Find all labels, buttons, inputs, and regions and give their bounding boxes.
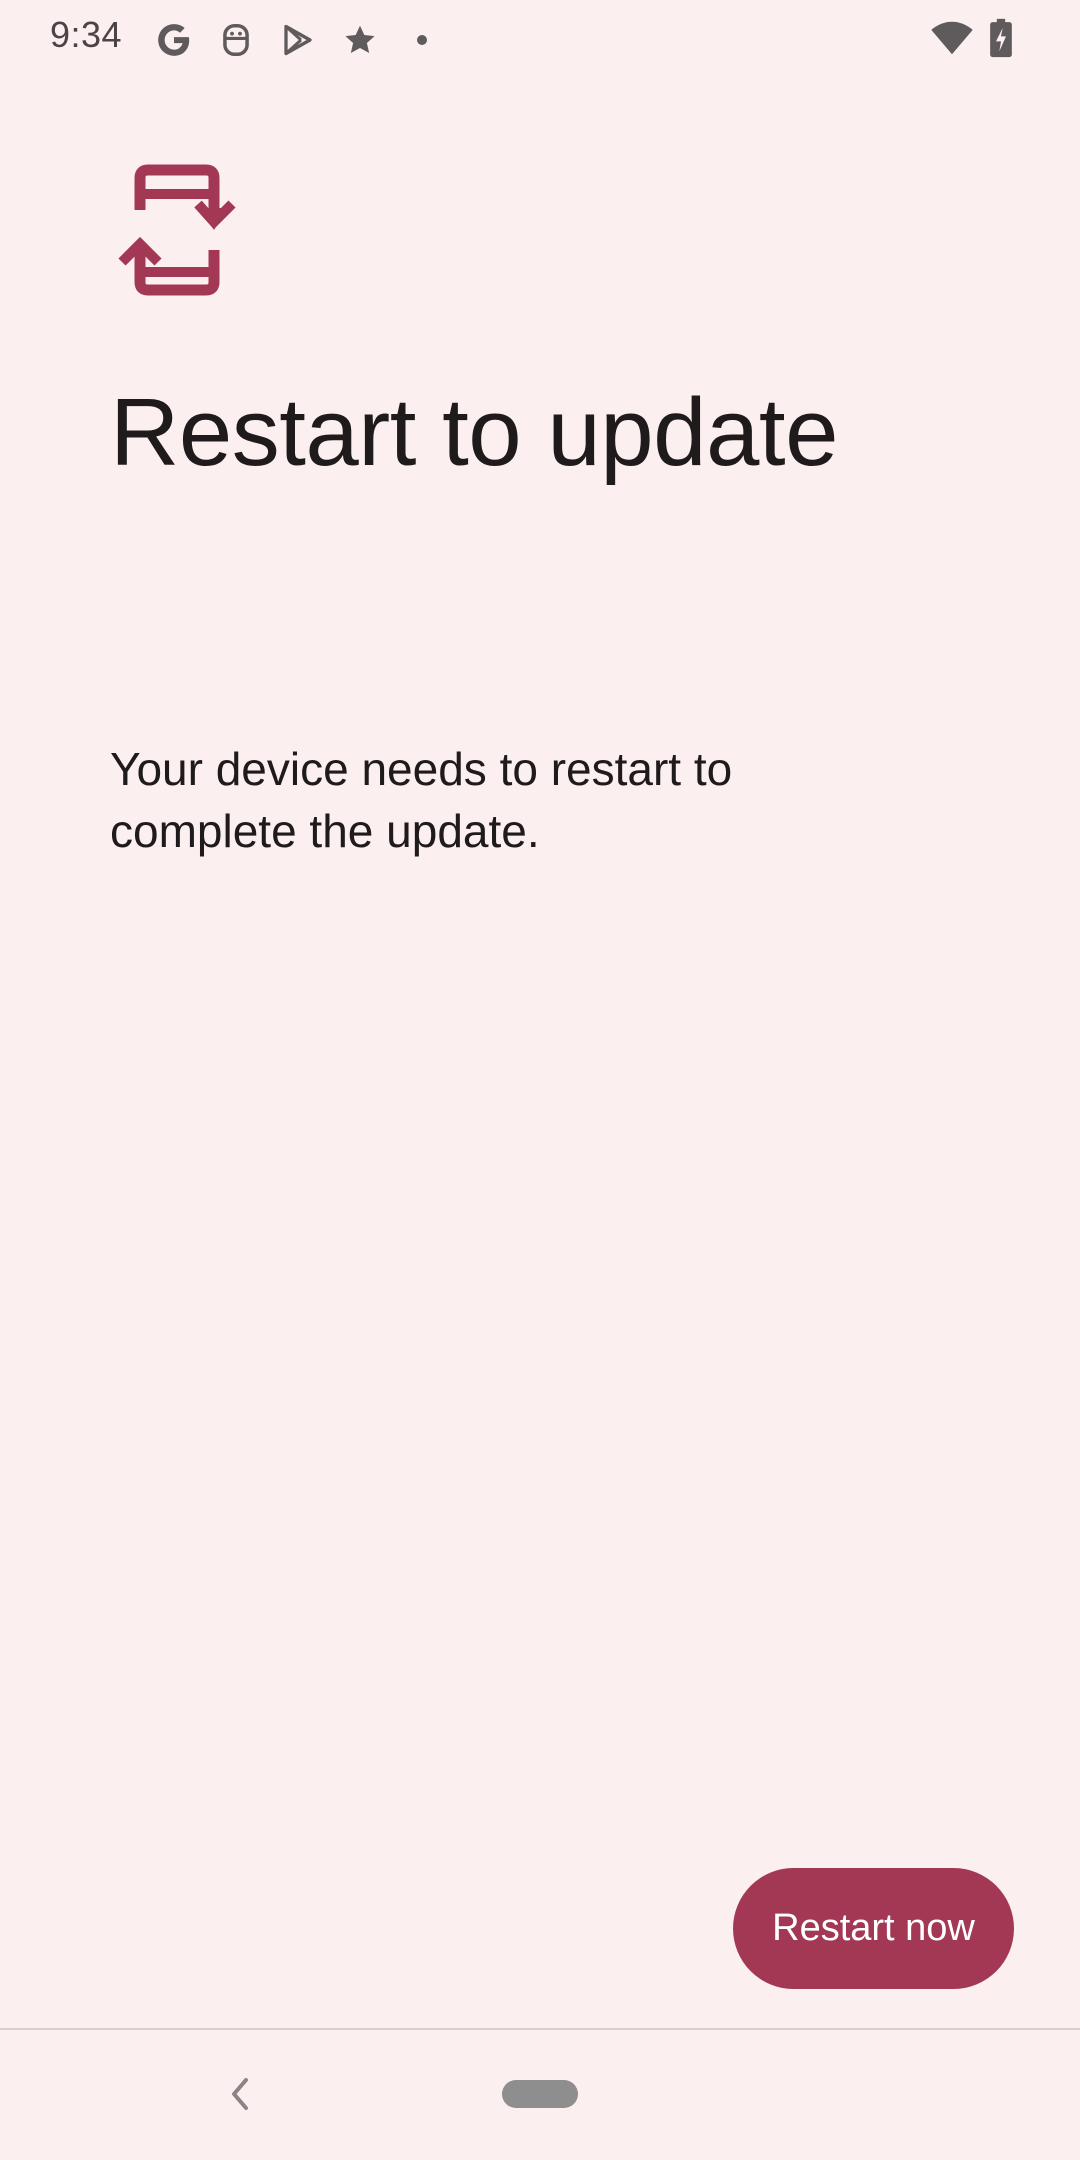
page-title: Restart to update [110, 379, 838, 486]
google-g-icon [154, 20, 194, 60]
notification-icons [154, 16, 442, 64]
dot-icon [402, 20, 442, 60]
assistant-face-icon [216, 20, 256, 60]
restart-now-button[interactable]: Restart now [733, 1868, 1014, 1989]
system-status-icons [930, 18, 1014, 63]
status-time: 9:34 [50, 14, 123, 55]
battery-charging-icon [988, 18, 1014, 63]
system-update-icon [116, 164, 240, 304]
description-text: Your device needs to restart to complete… [110, 743, 733, 857]
status-bar: 9:34 [0, 0, 1080, 80]
nav-divider [0, 2028, 1080, 2030]
home-pill[interactable] [502, 2080, 578, 2108]
star-icon [340, 20, 380, 60]
wifi-icon [930, 20, 974, 61]
play-store-icon [278, 20, 318, 60]
back-chevron-icon[interactable] [222, 2074, 258, 2114]
